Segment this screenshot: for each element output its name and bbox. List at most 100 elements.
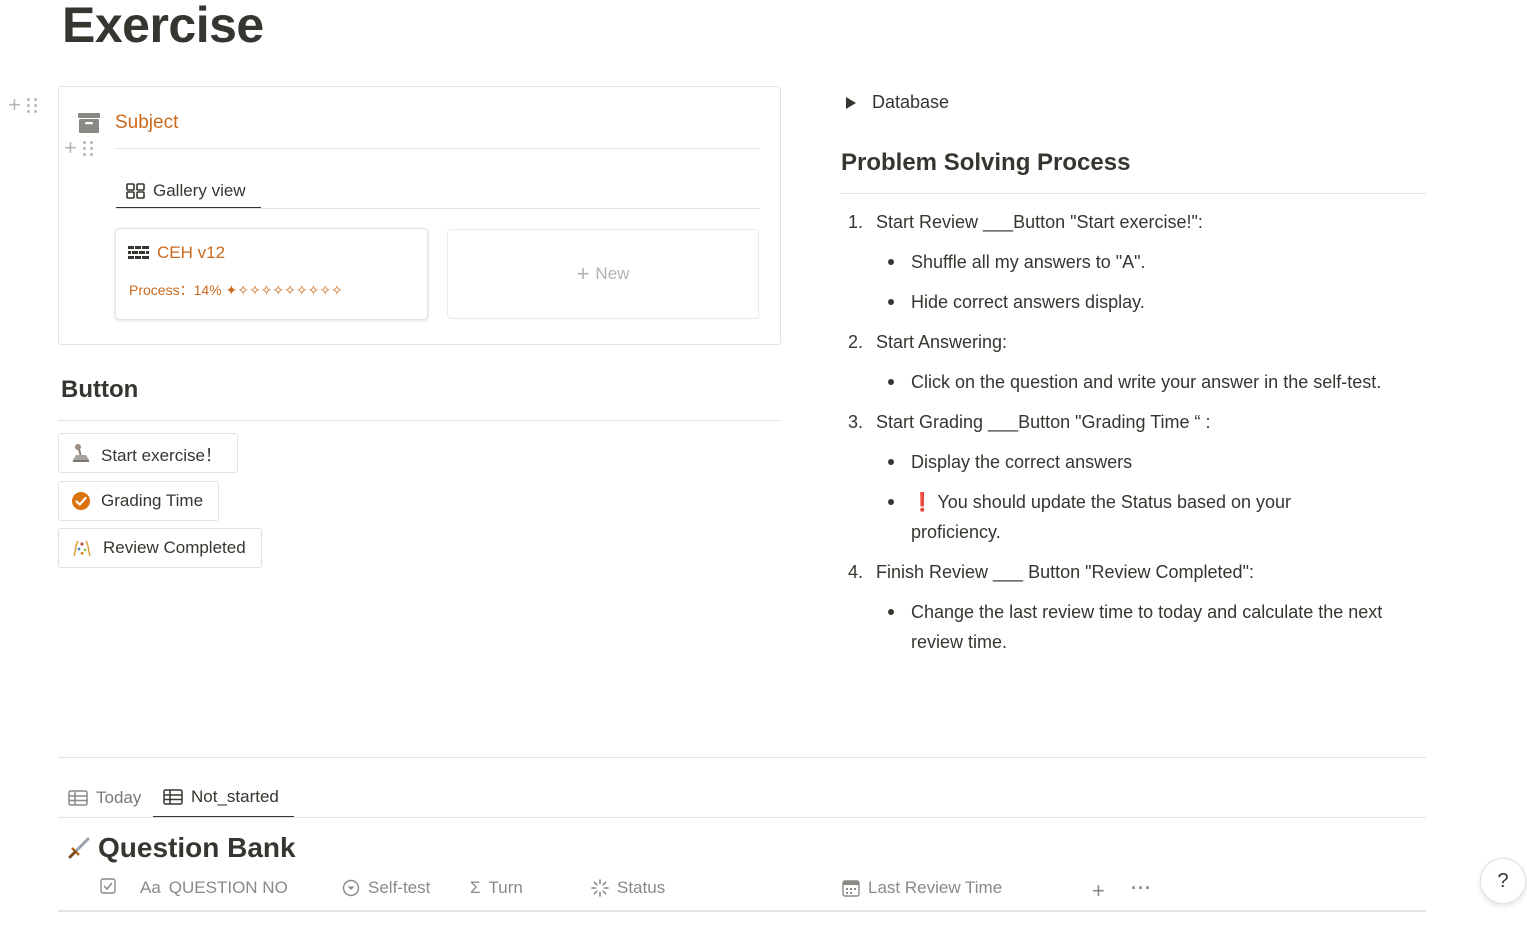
toggle-label: Database bbox=[872, 92, 950, 112]
check-circle-icon bbox=[72, 492, 90, 510]
divider bbox=[58, 420, 781, 421]
process-heading: Problem Solving Process bbox=[841, 149, 1131, 176]
column-header-turn[interactable]: Σ Turn bbox=[470, 878, 523, 898]
add-block-icon[interactable]: + bbox=[8, 94, 21, 116]
tab-label: Gallery view bbox=[153, 181, 246, 200]
divider bbox=[58, 817, 1426, 818]
new-card-label: New bbox=[595, 264, 630, 283]
divider bbox=[841, 193, 1426, 194]
bullet bbox=[888, 499, 894, 505]
bullet bbox=[888, 379, 894, 385]
help-label: ? bbox=[1497, 869, 1509, 892]
divider bbox=[58, 757, 1426, 758]
column-label: Status bbox=[617, 878, 666, 897]
drag-handle-icon[interactable] bbox=[26, 97, 38, 113]
card-title-text: CEH v12 bbox=[157, 243, 226, 262]
bullet-text: Click on the question and write your ans… bbox=[911, 372, 1382, 392]
subject-header[interactable]: Subject bbox=[77, 111, 178, 135]
column-header-status[interactable]: Status bbox=[591, 878, 665, 898]
column-label: Self-test bbox=[368, 878, 431, 897]
toggle-triangle-icon[interactable] bbox=[846, 96, 856, 109]
step-number: 4. bbox=[848, 562, 864, 582]
divider bbox=[115, 148, 760, 149]
plus-icon: + bbox=[1092, 878, 1105, 903]
tab-label: Today bbox=[96, 788, 142, 807]
page-title: Exercise bbox=[62, 0, 264, 53]
database-title[interactable]: Question Bank bbox=[66, 832, 296, 864]
list-item: 1. Start Review ___Button "Start exercis… bbox=[846, 207, 1406, 237]
dagger-icon bbox=[68, 837, 90, 859]
button-label: Review Completed bbox=[103, 538, 246, 557]
calendar-icon bbox=[842, 880, 860, 897]
column-header-question-no[interactable]: Aa QUESTION NO bbox=[140, 878, 288, 898]
step-number: 2. bbox=[848, 332, 864, 352]
tab-gallery-view[interactable]: Gallery view bbox=[116, 175, 261, 209]
subject-title[interactable]: Subject bbox=[115, 112, 178, 134]
column-header-last-review-time[interactable]: Last Review Time bbox=[842, 878, 1002, 898]
list-item: 3. Start Grading ___Button "Grading Time… bbox=[846, 407, 1406, 437]
gallery-card[interactable]: CEH v12 Process：14% ✦✧✧✧✧✧✧✧✧✧ bbox=[115, 228, 428, 320]
more-options-button[interactable]: ··· bbox=[1131, 878, 1152, 899]
warning-icon: ❗ bbox=[911, 492, 934, 512]
bullet-text: Hide correct answers display. bbox=[911, 292, 1145, 312]
more-icon: ··· bbox=[1131, 878, 1152, 898]
database-toggle[interactable]: Database bbox=[846, 92, 949, 113]
column-label: Last Review Time bbox=[868, 878, 1003, 897]
list-item: Display the correct answers bbox=[876, 447, 1406, 477]
gallery-icon bbox=[126, 183, 145, 199]
table-icon bbox=[163, 789, 183, 805]
bullet-text: Shuffle all my answers to "A". bbox=[911, 252, 1146, 272]
column-header-checkbox[interactable] bbox=[100, 878, 124, 894]
bullet-text: You should update the Status based on yo… bbox=[911, 492, 1292, 542]
step-number: 3. bbox=[848, 412, 864, 432]
archive-icon bbox=[78, 113, 100, 133]
column-label: Turn bbox=[488, 878, 523, 897]
step-text: Start Review ___Button "Start exercise!"… bbox=[876, 212, 1203, 232]
start-exercise-button[interactable]: Start exercise！ bbox=[58, 433, 238, 473]
list-item: Click on the question and write your ans… bbox=[876, 367, 1396, 397]
list-item: Shuffle all my answers to "A". bbox=[876, 247, 1406, 277]
select-icon bbox=[342, 879, 360, 897]
subject-database: Subject Gallery view CEH v12 Process：14%… bbox=[58, 86, 781, 345]
step-text: Start Grading ___Button "Grading Time “ … bbox=[876, 412, 1211, 432]
step-text: Start Answering: bbox=[876, 332, 1008, 352]
divider bbox=[115, 208, 760, 209]
divider bbox=[58, 910, 1426, 912]
tab-not-started[interactable]: Not_started bbox=[153, 778, 294, 818]
process-steps-list: 1. Start Review ___Button "Start exercis… bbox=[846, 207, 1406, 667]
bricks-icon bbox=[128, 246, 149, 259]
new-card-button[interactable]: + New bbox=[447, 229, 759, 319]
column-header-self-test[interactable]: Self-test bbox=[342, 878, 430, 898]
table-icon bbox=[68, 790, 88, 806]
confetti-icon bbox=[73, 540, 91, 557]
card-process-property: Process：14% ✦✧✧✧✧✧✧✧✧✧ bbox=[129, 282, 343, 298]
formula-icon: Σ bbox=[470, 878, 481, 897]
help-button[interactable]: ? bbox=[1480, 858, 1526, 904]
plus-icon: + bbox=[576, 261, 590, 286]
card-title[interactable]: CEH v12 bbox=[128, 243, 225, 263]
block-handle[interactable]: + bbox=[8, 94, 38, 116]
add-property-button[interactable]: + bbox=[1092, 878, 1105, 904]
column-label: QUESTION NO bbox=[168, 878, 288, 897]
text-property-icon: Aa bbox=[140, 878, 161, 897]
checkbox-icon bbox=[100, 878, 116, 894]
list-item: Hide correct answers display. bbox=[876, 287, 1406, 317]
bullet-text: Change the last review time to today and… bbox=[911, 602, 1383, 652]
tab-label: Not_started bbox=[191, 787, 279, 806]
list-item: 2. Start Answering: bbox=[846, 327, 1406, 357]
tab-today[interactable]: Today bbox=[58, 778, 151, 818]
button-label: Start exercise！ bbox=[101, 445, 222, 465]
database-title-text: Question Bank bbox=[98, 832, 296, 863]
step-text: Finish Review ___ Button "Review Complet… bbox=[876, 562, 1254, 582]
list-item: Change the last review time to today and… bbox=[876, 597, 1396, 657]
list-item: ❗ You should update the Status based on y… bbox=[876, 487, 1346, 547]
button-heading: Button bbox=[61, 376, 139, 403]
review-completed-button[interactable]: Review Completed bbox=[58, 528, 262, 568]
bullet bbox=[888, 459, 894, 465]
grading-time-button[interactable]: Grading Time bbox=[58, 481, 220, 521]
bullet bbox=[888, 259, 894, 265]
button-label: Grading Time bbox=[101, 491, 204, 510]
status-icon bbox=[591, 879, 609, 897]
list-item: 4. Finish Review ___ Button "Review Comp… bbox=[846, 557, 1406, 587]
bullet-text: Display the correct answers bbox=[911, 452, 1133, 472]
